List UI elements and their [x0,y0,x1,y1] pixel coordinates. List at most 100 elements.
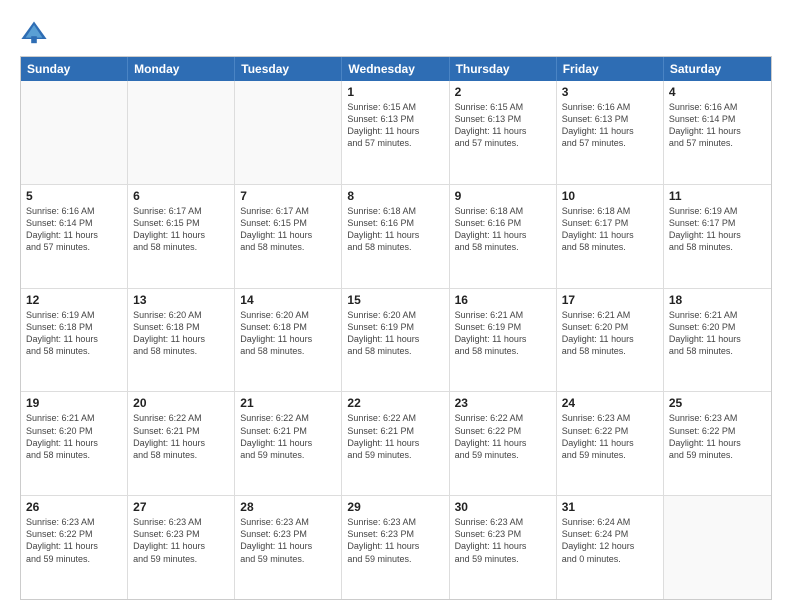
calendar: SundayMondayTuesdayWednesdayThursdayFrid… [20,56,772,600]
calendar-cell: 6 Sunrise: 6:17 AMSunset: 6:15 PMDaylight… [128,185,235,288]
calendar-cell: 17 Sunrise: 6:21 AMSunset: 6:20 PMDayligh… [557,289,664,392]
day-info: Sunrise: 6:18 AMSunset: 6:17 PMDaylight:… [562,205,658,254]
day-info: Sunrise: 6:21 AMSunset: 6:19 PMDaylight:… [455,309,551,358]
day-info: Sunrise: 6:21 AMSunset: 6:20 PMDaylight:… [669,309,766,358]
day-number: 23 [455,396,551,410]
day-number: 13 [133,293,229,307]
day-number: 29 [347,500,443,514]
page-header [20,18,772,46]
calendar-cell: 20 Sunrise: 6:22 AMSunset: 6:21 PMDayligh… [128,392,235,495]
calendar-cell [21,81,128,184]
header-day-friday: Friday [557,57,664,81]
day-number: 10 [562,189,658,203]
header-day-saturday: Saturday [664,57,771,81]
calendar-week-4: 19 Sunrise: 6:21 AMSunset: 6:20 PMDayligh… [21,391,771,495]
day-number: 14 [240,293,336,307]
calendar-cell [128,81,235,184]
calendar-body: 1 Sunrise: 6:15 AMSunset: 6:13 PMDaylight… [21,81,771,599]
calendar-cell: 5Sunrise: 6:16 AMSunset: 6:14 PMDaylight… [21,185,128,288]
calendar-cell: 31Sunrise: 6:24 AMSunset: 6:24 PMDayligh… [557,496,664,599]
day-info: Sunrise: 6:15 AMSunset: 6:13 PMDaylight:… [347,101,443,150]
day-number: 28 [240,500,336,514]
day-info: Sunrise: 6:16 AMSunset: 6:14 PMDaylight:… [26,205,122,254]
calendar-cell: 22 Sunrise: 6:22 AMSunset: 6:21 PMDayligh… [342,392,449,495]
day-info: Sunrise: 6:16 AMSunset: 6:13 PMDaylight:… [562,101,658,150]
logo [20,18,52,46]
day-info: Sunrise: 6:23 AMSunset: 6:22 PMDaylight:… [562,412,658,461]
calendar-cell: 9 Sunrise: 6:18 AMSunset: 6:16 PMDaylight… [450,185,557,288]
day-number: 12 [26,293,122,307]
calendar-cell: 28 Sunrise: 6:23 AMSunset: 6:23 PMDayligh… [235,496,342,599]
header-day-tuesday: Tuesday [235,57,342,81]
calendar-cell: 15 Sunrise: 6:20 AMSunset: 6:19 PMDayligh… [342,289,449,392]
day-info: Sunrise: 6:18 AMSunset: 6:16 PMDaylight:… [455,205,551,254]
day-number: 21 [240,396,336,410]
calendar-cell: 27Sunrise: 6:23 AMSunset: 6:23 PMDayligh… [128,496,235,599]
calendar-cell: 16 Sunrise: 6:21 AMSunset: 6:19 PMDayligh… [450,289,557,392]
day-number: 17 [562,293,658,307]
day-number: 26 [26,500,122,514]
day-number: 22 [347,396,443,410]
day-info: Sunrise: 6:21 AMSunset: 6:20 PMDaylight:… [562,309,658,358]
calendar-cell [664,496,771,599]
calendar-week-2: 5Sunrise: 6:16 AMSunset: 6:14 PMDaylight… [21,184,771,288]
day-number: 25 [669,396,766,410]
calendar-cell: 26Sunrise: 6:23 AMSunset: 6:22 PMDayligh… [21,496,128,599]
calendar-cell: 8 Sunrise: 6:18 AMSunset: 6:16 PMDaylight… [342,185,449,288]
header-day-monday: Monday [128,57,235,81]
day-number: 9 [455,189,551,203]
calendar-cell: 11 Sunrise: 6:19 AMSunset: 6:17 PMDayligh… [664,185,771,288]
day-number: 1 [347,85,443,99]
day-number: 20 [133,396,229,410]
day-info: Sunrise: 6:20 AMSunset: 6:19 PMDaylight:… [347,309,443,358]
day-number: 24 [562,396,658,410]
calendar-cell [235,81,342,184]
calendar-cell: 23 Sunrise: 6:22 AMSunset: 6:22 PMDayligh… [450,392,557,495]
calendar-cell: 10 Sunrise: 6:18 AMSunset: 6:17 PMDayligh… [557,185,664,288]
day-info: Sunrise: 6:19 AMSunset: 6:18 PMDaylight:… [26,309,122,358]
day-info: Sunrise: 6:19 AMSunset: 6:17 PMDaylight:… [669,205,766,254]
calendar-cell: 1 Sunrise: 6:15 AMSunset: 6:13 PMDaylight… [342,81,449,184]
header-day-wednesday: Wednesday [342,57,449,81]
day-info: Sunrise: 6:15 AMSunset: 6:13 PMDaylight:… [455,101,551,150]
day-info: Sunrise: 6:17 AMSunset: 6:15 PMDaylight:… [240,205,336,254]
calendar-cell: 13 Sunrise: 6:20 AMSunset: 6:18 PMDayligh… [128,289,235,392]
day-info: Sunrise: 6:22 AMSunset: 6:22 PMDaylight:… [455,412,551,461]
day-info: Sunrise: 6:18 AMSunset: 6:16 PMDaylight:… [347,205,443,254]
day-number: 27 [133,500,229,514]
day-info: Sunrise: 6:24 AMSunset: 6:24 PMDaylight:… [562,516,658,565]
header-day-sunday: Sunday [21,57,128,81]
day-number: 16 [455,293,551,307]
day-info: Sunrise: 6:17 AMSunset: 6:15 PMDaylight:… [133,205,229,254]
day-info: Sunrise: 6:23 AMSunset: 6:23 PMDaylight:… [240,516,336,565]
day-info: Sunrise: 6:23 AMSunset: 6:23 PMDaylight:… [455,516,551,565]
calendar-cell: 30Sunrise: 6:23 AMSunset: 6:23 PMDayligh… [450,496,557,599]
day-number: 11 [669,189,766,203]
calendar-cell: 2Sunrise: 6:15 AMSunset: 6:13 PMDaylight… [450,81,557,184]
day-info: Sunrise: 6:20 AMSunset: 6:18 PMDaylight:… [133,309,229,358]
calendar-header: SundayMondayTuesdayWednesdayThursdayFrid… [21,57,771,81]
day-info: Sunrise: 6:21 AMSunset: 6:20 PMDaylight:… [26,412,122,461]
day-info: Sunrise: 6:22 AMSunset: 6:21 PMDaylight:… [133,412,229,461]
day-info: Sunrise: 6:16 AMSunset: 6:14 PMDaylight:… [669,101,766,150]
calendar-week-5: 26Sunrise: 6:23 AMSunset: 6:22 PMDayligh… [21,495,771,599]
calendar-week-3: 12 Sunrise: 6:19 AMSunset: 6:18 PMDayligh… [21,288,771,392]
calendar-cell: 3Sunrise: 6:16 AMSunset: 6:13 PMDaylight… [557,81,664,184]
calendar-cell: 4Sunrise: 6:16 AMSunset: 6:14 PMDaylight… [664,81,771,184]
day-info: Sunrise: 6:22 AMSunset: 6:21 PMDaylight:… [347,412,443,461]
calendar-cell: 19 Sunrise: 6:21 AMSunset: 6:20 PMDayligh… [21,392,128,495]
calendar-cell: 24 Sunrise: 6:23 AMSunset: 6:22 PMDayligh… [557,392,664,495]
header-day-thursday: Thursday [450,57,557,81]
day-number: 15 [347,293,443,307]
calendar-week-1: 1 Sunrise: 6:15 AMSunset: 6:13 PMDaylight… [21,81,771,184]
logo-icon [20,18,48,46]
day-number: 8 [347,189,443,203]
day-number: 6 [133,189,229,203]
day-info: Sunrise: 6:22 AMSunset: 6:21 PMDaylight:… [240,412,336,461]
page: SundayMondayTuesdayWednesdayThursdayFrid… [0,0,792,612]
calendar-cell: 12 Sunrise: 6:19 AMSunset: 6:18 PMDayligh… [21,289,128,392]
day-info: Sunrise: 6:20 AMSunset: 6:18 PMDaylight:… [240,309,336,358]
day-info: Sunrise: 6:23 AMSunset: 6:22 PMDaylight:… [669,412,766,461]
day-number: 19 [26,396,122,410]
calendar-cell: 14 Sunrise: 6:20 AMSunset: 6:18 PMDayligh… [235,289,342,392]
